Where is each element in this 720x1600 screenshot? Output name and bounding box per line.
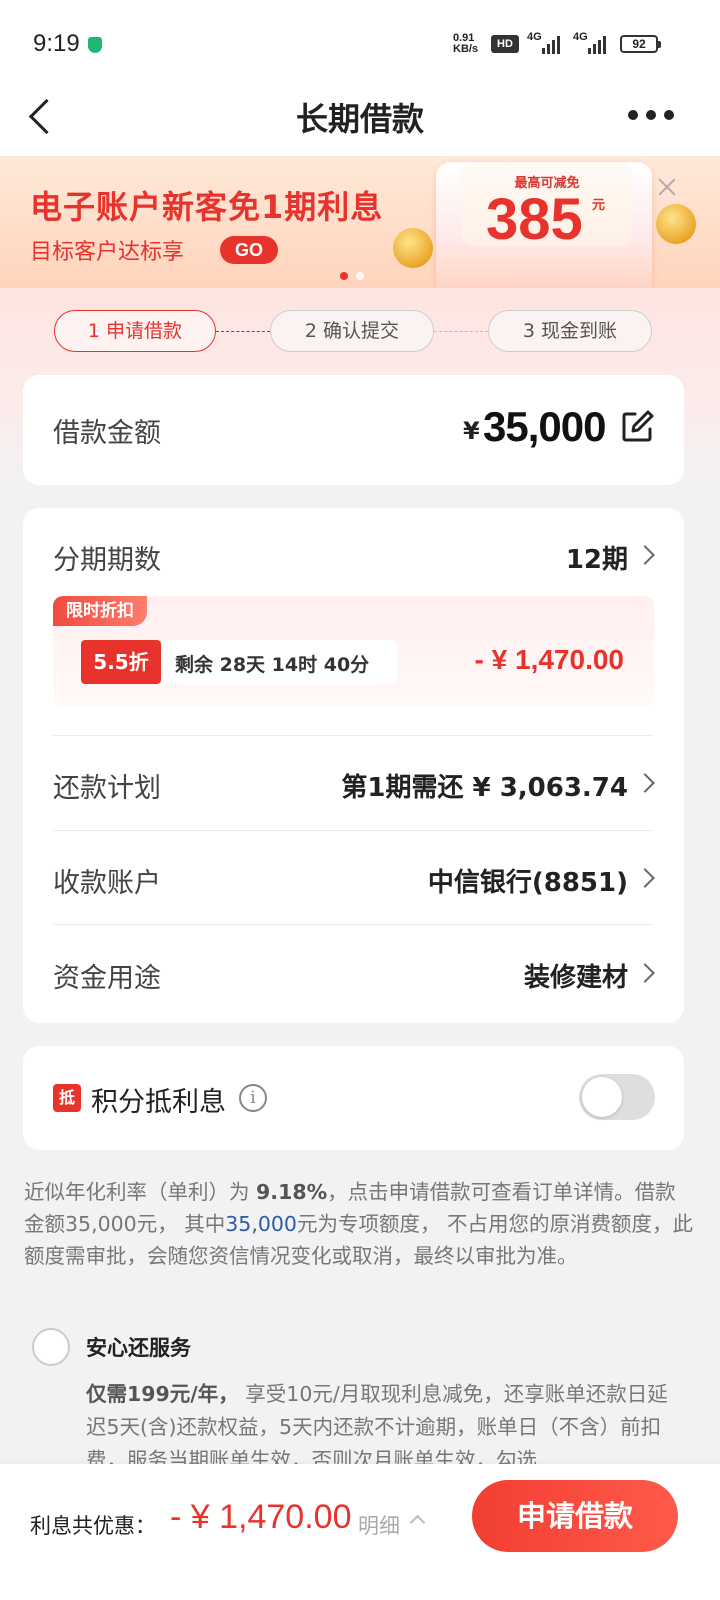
service-title: 安心还服务 [86, 1336, 191, 1360]
chevron-up-icon[interactable] [409, 1514, 426, 1531]
more-dots-icon[interactable] [628, 110, 674, 120]
gold-coin-icon [656, 204, 696, 244]
detail-link[interactable]: 明细 [358, 1510, 400, 1540]
battery-icon: 92 [620, 35, 661, 53]
banner-pagination [340, 272, 364, 280]
discount-badge: 5.5折 [81, 640, 161, 684]
status-bar: 9:19 0.91 KB/s HD 4G 4G 92 [0, 0, 720, 80]
hd-voice-icon: HD [491, 35, 519, 53]
gold-coin-icon [393, 228, 433, 268]
loan-amount-value: 35,000 [483, 403, 606, 450]
envelope-unit: 元 [592, 198, 606, 213]
installments-label: 分期期数 [53, 545, 161, 576]
banner-go-button[interactable]: GO [220, 236, 278, 264]
receiving-account-label: 收款账户 [53, 868, 161, 899]
signal-2-icon [588, 34, 606, 54]
points-deduction-label: 积分抵利息 [91, 1087, 226, 1118]
currency-symbol: ¥ [463, 417, 480, 445]
service-description: 仅需199元/年， 享受10元/月取现利息减免，还享账单还款日延迟5天(含)还款… [86, 1378, 680, 1464]
interest-discount-label: 利息共优惠： [30, 1514, 156, 1538]
network-speed: 0.91 KB/s [453, 33, 478, 55]
step-confirm: 2 确认提交 [270, 310, 434, 352]
chevron-right-icon [635, 773, 655, 793]
chevron-right-icon [635, 868, 655, 888]
signal-label-2: 4G [573, 31, 588, 43]
interest-discount-amount: - ¥ 1,470.00 [170, 1498, 352, 1536]
pagination-dot-active [340, 272, 348, 280]
annual-rate: 9.18% [256, 1180, 328, 1204]
step-connector [216, 331, 270, 332]
repay-plan-label: 还款计划 [53, 773, 161, 804]
info-icon[interactable]: i [239, 1084, 267, 1112]
divider [53, 830, 654, 831]
nav-bar: 长期借款 [0, 80, 720, 156]
fund-usage-value: 装修建材 [523, 963, 628, 993]
discount-amount: - ¥ 1,470.00 [474, 644, 624, 675]
repay-plan-value: 第1期需还 ¥ 3,063.74 [341, 773, 628, 803]
deduct-badge-icon: 抵 [53, 1084, 81, 1112]
loan-detail-card: 分期期数 12期 限时折扣 5.5折 剩余 28天 14时 40分 - ¥ 1,… [23, 508, 684, 1023]
special-quota-amount: 35,000 [225, 1212, 297, 1236]
loan-amount-label: 借款金额 [53, 418, 161, 449]
chevron-right-icon [635, 545, 655, 565]
countdown-text: 剩余 28天 14时 40分 [175, 654, 370, 676]
step-cash-arrival: 3 现金到账 [488, 310, 652, 352]
points-deduction-toggle[interactable] [579, 1074, 655, 1120]
loan-amount-card: 借款金额 ¥ 35,000 [23, 375, 684, 485]
rate-notice: 近似年化利率（单利）为 9.18%，点击申请借款可查看订单详情。借款金额35,0… [24, 1176, 696, 1272]
divider [53, 735, 654, 736]
service-price: 仅需199元/年， [86, 1382, 239, 1406]
page-title: 长期借款 [295, 100, 424, 138]
receiving-account-value: 中信银行(8851) [427, 868, 628, 898]
divider [53, 924, 654, 925]
banner-subtitle: 目标客户达标享 [30, 240, 185, 265]
step-connector [434, 331, 488, 332]
edit-icon[interactable] [619, 409, 655, 445]
status-time: 9:19 [33, 30, 80, 57]
service-radio[interactable] [32, 1328, 70, 1366]
bottom-bar: 利息共优惠： - ¥ 1,470.00 明细 申请借款 [0, 1464, 720, 1600]
fund-usage-label: 资金用途 [53, 963, 161, 994]
installments-value: 12期 [565, 545, 628, 575]
limited-discount-panel: 限时折扣 5.5折 剩余 28天 14时 40分 - ¥ 1,470.00 [53, 596, 654, 706]
notice-prefix: 近似年化利率（单利）为 [24, 1180, 257, 1204]
limited-discount-tag: 限时折扣 [53, 596, 147, 626]
signal-1-icon [542, 34, 560, 54]
banner-title: 电子账户新客免1期利息 [30, 188, 384, 226]
pagination-dot [356, 272, 364, 280]
chevron-right-icon [635, 963, 655, 983]
promo-banner[interactable]: 电子账户新客免1期利息 目标客户达标享 GO 最高可减免 385 元 [0, 156, 720, 288]
apply-loan-button[interactable]: 申请借款 [472, 1480, 678, 1552]
network-speed-unit: KB/s [453, 43, 479, 55]
shield-icon [88, 37, 102, 53]
close-icon[interactable] [656, 176, 678, 198]
signal-label-1: 4G [527, 31, 542, 43]
points-deduction-card: 抵 积分抵利息 i [23, 1046, 684, 1150]
envelope-amount: 385 [486, 187, 583, 252]
step-apply: 1 申请借款 [54, 310, 216, 352]
